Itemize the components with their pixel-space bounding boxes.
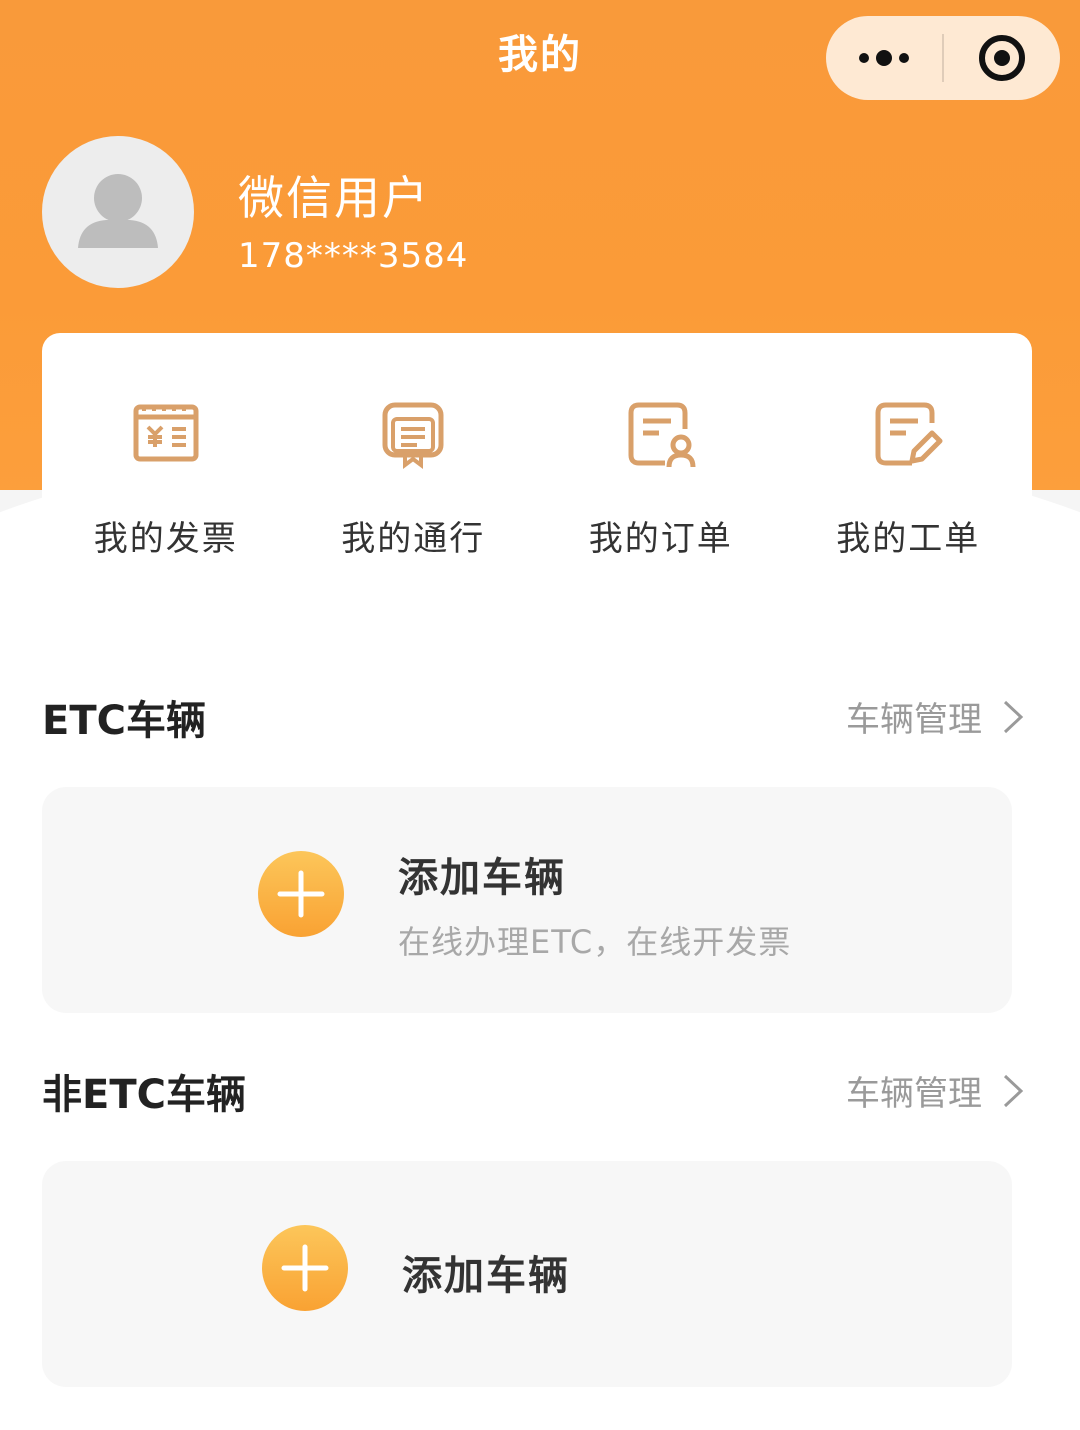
manage-link-label: 车辆管理 bbox=[846, 1074, 982, 1114]
invoice-icon bbox=[133, 404, 199, 462]
menu-item-order[interactable]: 我的订单 bbox=[537, 333, 785, 617]
default-user-icon bbox=[78, 174, 158, 248]
mini-program-capsule bbox=[826, 16, 1060, 100]
profile-page: 我的 微信用户 178****3584 我的发票 我的通行 我的订单 我的工单 … bbox=[0, 0, 1080, 1430]
plus-icon bbox=[258, 851, 344, 937]
order-icon bbox=[628, 402, 696, 468]
etc-vehicle-manage-link[interactable]: 车辆管理 bbox=[846, 692, 1024, 741]
menu-item-work-order[interactable]: 我的工单 bbox=[785, 333, 1033, 617]
passage-icon bbox=[382, 402, 444, 469]
add-etc-vehicle-card[interactable]: 添加车辆 在线办理ETC，在线开发票 bbox=[42, 787, 1012, 1013]
user-name: 微信用户 bbox=[238, 171, 430, 225]
menu-item-label: 我的通行 bbox=[341, 519, 486, 559]
menu-item-invoice[interactable]: 我的发票 bbox=[42, 333, 290, 617]
non-etc-vehicle-manage-link[interactable]: 车辆管理 bbox=[846, 1066, 1024, 1115]
close-mini-program-icon[interactable] bbox=[944, 16, 1060, 100]
manage-link-label: 车辆管理 bbox=[846, 700, 982, 740]
add-vehicle-title: 添加车辆 bbox=[398, 855, 566, 901]
menu-item-passage[interactable]: 我的通行 bbox=[290, 333, 538, 617]
menu-item-label: 我的工单 bbox=[836, 519, 981, 559]
work-order-icon bbox=[875, 402, 943, 466]
menu-item-label: 我的发票 bbox=[93, 519, 238, 559]
non-etc-section-title: 非ETC车辆 bbox=[42, 1072, 246, 1118]
avatar[interactable] bbox=[42, 136, 194, 288]
chevron-right-icon bbox=[1003, 700, 1024, 733]
user-phone: 178****3584 bbox=[238, 236, 469, 276]
etc-section-title: ETC车辆 bbox=[42, 698, 206, 744]
add-non-etc-vehicle-card[interactable]: 添加车辆 bbox=[42, 1161, 1012, 1387]
add-vehicle-subtitle: 在线办理ETC，在线开发票 bbox=[398, 923, 792, 961]
add-vehicle-title: 添加车辆 bbox=[402, 1253, 570, 1299]
plus-icon bbox=[262, 1225, 348, 1311]
quick-menu-card: 我的发票 我的通行 我的订单 我的工单 bbox=[42, 333, 1032, 617]
more-menu-icon[interactable] bbox=[826, 16, 942, 100]
menu-item-label: 我的订单 bbox=[588, 519, 733, 559]
chevron-right-icon bbox=[1003, 1074, 1024, 1107]
